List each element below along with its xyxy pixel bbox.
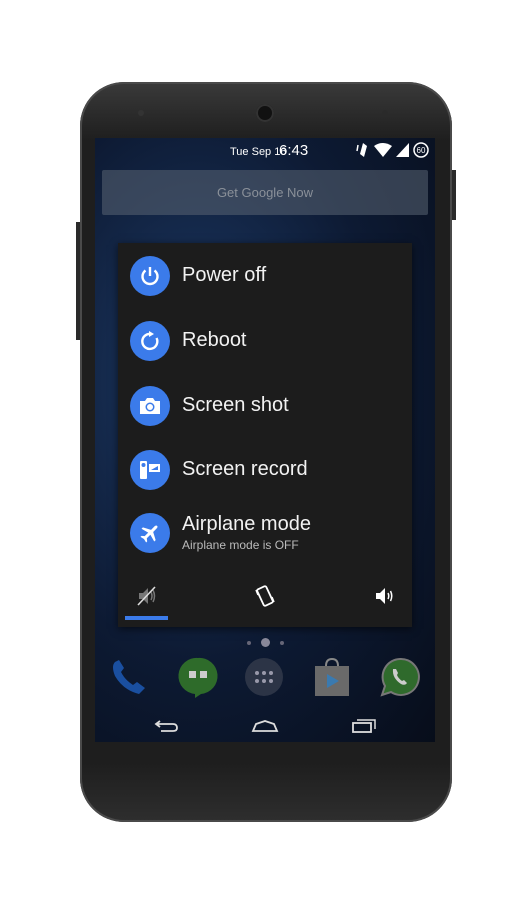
- item-label: Screen record: [182, 458, 308, 480]
- item-label: Airplane mode: [182, 513, 311, 535]
- back-icon: [154, 720, 178, 732]
- sound-on-button[interactable]: [364, 581, 404, 611]
- sound-mode-selected-indicator: [125, 616, 168, 620]
- page-dot[interactable]: [246, 640, 251, 645]
- page-dot[interactable]: [279, 640, 284, 645]
- power-menu-dialog: Power off Reboot Screen shot Screen reco…: [118, 243, 412, 627]
- svg-text:60: 60: [417, 146, 426, 155]
- reboot-item[interactable]: Reboot: [118, 311, 412, 371]
- signal-icon: [396, 143, 409, 157]
- dock: [95, 656, 435, 702]
- screen-shot-item[interactable]: Screen shot: [118, 376, 412, 436]
- volume-up-icon: [376, 588, 393, 604]
- sound-silent-button[interactable]: [127, 581, 167, 611]
- hangouts-app-icon[interactable]: [177, 656, 219, 698]
- item-label: Power off: [182, 264, 267, 286]
- sound-vibrate-button[interactable]: [245, 581, 285, 611]
- status-time: 6:43: [279, 142, 309, 159]
- home-icon: [251, 720, 279, 732]
- back-button[interactable]: [151, 714, 181, 738]
- earpiece-speaker: [256, 104, 274, 122]
- play-store-app-icon[interactable]: [311, 656, 353, 698]
- battery-60-icon: 60: [413, 142, 429, 158]
- app-drawer-icon[interactable]: [243, 656, 285, 698]
- item-label: Reboot: [182, 329, 247, 351]
- phone-app-icon[interactable]: [107, 656, 149, 698]
- status-bar: Tue Sep 16 6:43 60: [95, 138, 435, 163]
- whatsapp-app-icon[interactable]: [379, 656, 421, 698]
- item-sublabel: Airplane mode is OFF: [182, 538, 299, 552]
- status-date: Tue Sep 16: [230, 146, 287, 158]
- volume-mute-icon: [137, 586, 156, 606]
- recents-icon: [352, 719, 376, 733]
- vibrate-mode-icon: [255, 585, 275, 607]
- screen-record-icon: [140, 461, 160, 479]
- reboot-icon: [141, 331, 159, 351]
- airplane-icon: [140, 525, 158, 543]
- item-label: Screen shot: [182, 394, 289, 416]
- power-button[interactable]: [452, 170, 456, 220]
- vibrate-icon: [356, 143, 367, 157]
- screen-record-item[interactable]: Screen record: [118, 440, 412, 500]
- recents-button[interactable]: [349, 714, 379, 738]
- wifi-icon: [374, 143, 392, 157]
- sensor: [382, 110, 388, 116]
- navigation-bar: [95, 710, 435, 742]
- home-button[interactable]: [250, 714, 280, 738]
- power-icon: [141, 267, 159, 286]
- power-off-item[interactable]: Power off: [118, 246, 412, 306]
- volume-button[interactable]: [76, 222, 80, 340]
- front-camera: [138, 110, 144, 116]
- airplane-mode-item[interactable]: Airplane mode Airplane mode is OFF: [118, 503, 412, 563]
- page-dot-current[interactable]: [260, 638, 270, 647]
- google-now-bar[interactable]: Get Google Now: [102, 170, 428, 215]
- camera-icon: [140, 398, 160, 414]
- page-indicator: [95, 638, 435, 647]
- screen: Tue Sep 16 6:43 60 Get Google Now Power …: [95, 138, 435, 742]
